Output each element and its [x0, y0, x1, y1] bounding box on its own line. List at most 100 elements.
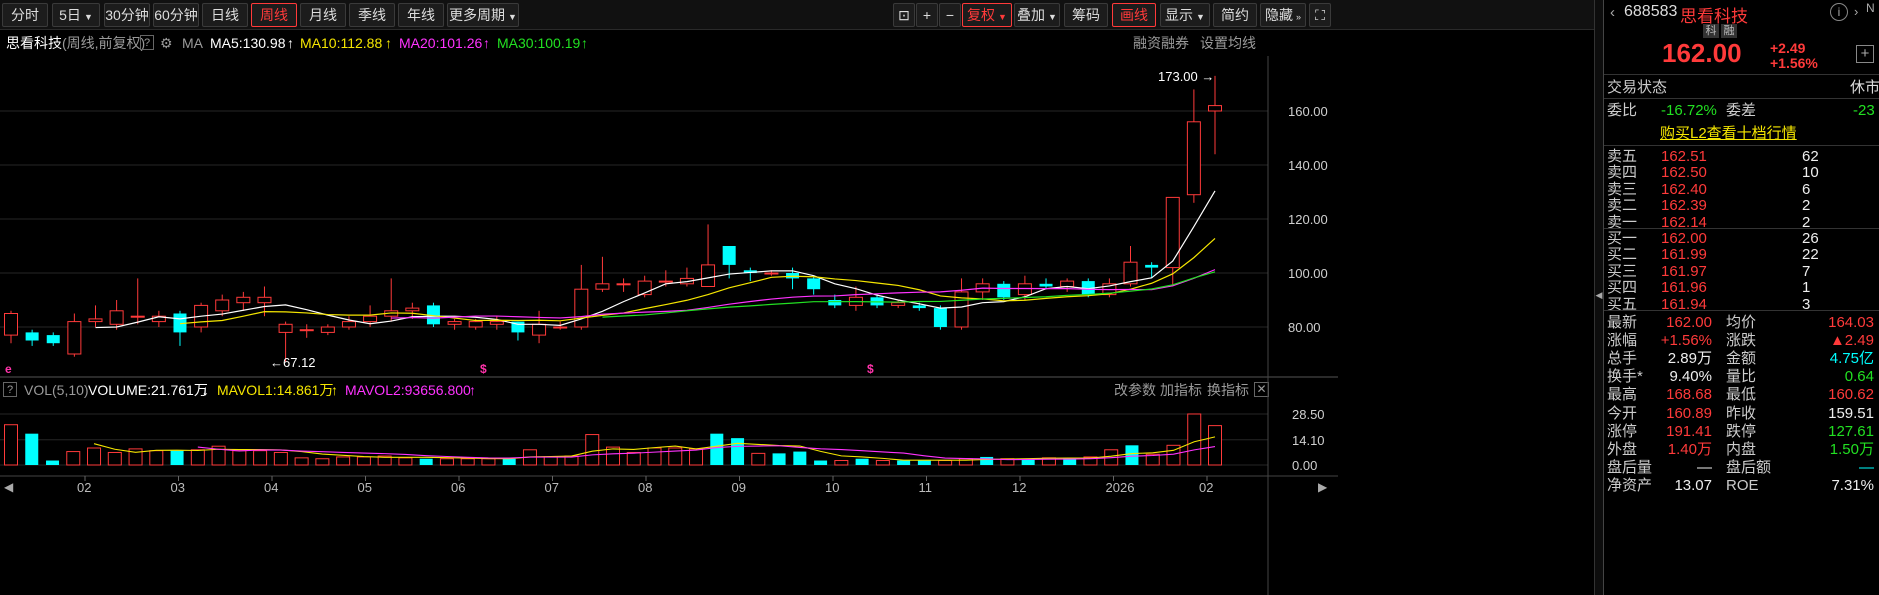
- last-price: 162.00: [1662, 38, 1742, 68]
- volume-bar-down: [793, 451, 807, 465]
- candle-body-up: [553, 326, 568, 329]
- bid-row[interactable]: 买四 161.96 1: [1604, 279, 1879, 296]
- stat-row: 换手* 9.40% 量比 0.64: [1604, 368, 1879, 385]
- stat-value: ▲2.49: [1829, 332, 1874, 350]
- candle-body-down: [807, 278, 821, 290]
- volume-bar-down: [772, 453, 786, 465]
- side-scrollbar[interactable]: ◀: [1594, 0, 1603, 595]
- stat-label: 最高: [1607, 386, 1638, 404]
- ask-row[interactable]: 卖三 162.40 6: [1604, 181, 1879, 198]
- level-label: 卖三: [1607, 180, 1638, 198]
- level-label: 买三: [1607, 262, 1638, 280]
- e-marker: e: [5, 362, 12, 376]
- stat-label: 盘后额: [1726, 458, 1772, 476]
- stat-row: 最高 168.68 最低 160.62: [1604, 386, 1879, 403]
- volume-bar-down: [25, 433, 39, 465]
- candle-body-up: [489, 321, 504, 325]
- stat-label: 今开: [1607, 404, 1638, 422]
- x-tick-label: 09: [732, 480, 746, 495]
- trade-status-label: 交易状态: [1607, 79, 1668, 96]
- volume-bar-down: [170, 450, 184, 465]
- ask-row[interactable]: 卖五 162.51 62: [1604, 148, 1879, 165]
- volume-bar-up: [938, 460, 953, 466]
- level-price: 161.96: [1661, 279, 1707, 297]
- kline-chart[interactable]: 160.00140.00120.00100.0080.0028.5014.100…: [0, 0, 1594, 595]
- candle-body-down: [1145, 264, 1159, 268]
- stat-label: 跌停: [1726, 422, 1757, 440]
- candle-body-up: [1017, 283, 1032, 296]
- volume-bar-up: [439, 458, 454, 466]
- level-label: 卖四: [1607, 164, 1638, 182]
- x-tick-label: 05: [358, 480, 372, 495]
- vol-axis-label: 14.10: [1292, 433, 1325, 448]
- stat-label: 量比: [1726, 368, 1757, 386]
- candle-body-up: [109, 310, 124, 325]
- level-volume: 22: [1802, 246, 1819, 264]
- candle-body-up: [447, 321, 462, 325]
- candle-body-up: [278, 323, 293, 333]
- stat-label: ROE: [1726, 476, 1759, 494]
- level-price: 162.00: [1661, 230, 1707, 247]
- stat-label: 最低: [1726, 386, 1757, 404]
- level-volume: 10: [1802, 164, 1819, 182]
- stat-label: 内盘: [1726, 440, 1757, 458]
- candle-body-up: [764, 272, 779, 275]
- chevron-left-icon[interactable]: ◀: [1595, 290, 1603, 304]
- chevron-left-icon[interactable]: ‹: [1610, 4, 1615, 21]
- bid-diff: -23: [1853, 102, 1875, 119]
- ask-row[interactable]: 卖二 162.39 2: [1604, 197, 1879, 214]
- bid-row[interactable]: 买二 161.99 22: [1604, 246, 1879, 263]
- stat-row: 外盘 1.40万 内盘 1.50万: [1604, 441, 1879, 458]
- candle-body-up: [299, 329, 314, 332]
- volume-bar-up: [1187, 413, 1202, 466]
- stat-value: 4.75亿: [1829, 350, 1874, 368]
- stat-value: 160.89: [1666, 404, 1712, 422]
- volume-bar-down: [980, 456, 994, 465]
- volume-bar-down: [710, 433, 724, 465]
- stat-value: 160.62: [1828, 386, 1874, 404]
- min-price-marker: ←67.12: [270, 355, 316, 370]
- level-volume: 7: [1802, 262, 1811, 280]
- candle-body-down: [1039, 283, 1053, 287]
- stat-row: 涨幅 +1.56% 涨跌 ▲2.49: [1604, 332, 1879, 349]
- level-price: 162.39: [1661, 197, 1707, 215]
- stat-row: 净资产 13.07 ROE 7.31%: [1604, 477, 1879, 494]
- stat-value: 168.68: [1666, 386, 1712, 404]
- candle-body-up: [701, 264, 716, 287]
- volume-bar-down: [855, 458, 869, 465]
- chevron-right-icon[interactable]: ›: [1854, 4, 1858, 19]
- stat-value: 127.61: [1828, 422, 1874, 440]
- candle-body-up: [1208, 105, 1222, 112]
- notification-icon[interactable]: N: [1866, 1, 1875, 15]
- vol-axis-label: 0.00: [1292, 458, 1317, 473]
- candle-body-up: [405, 307, 420, 312]
- volume-bar-up: [647, 447, 662, 466]
- ask-row[interactable]: 卖四 162.50 10: [1604, 164, 1879, 181]
- x-tick-label: 07: [545, 480, 559, 495]
- volume-bar-up: [273, 451, 288, 466]
- stock-code: 688583: [1624, 3, 1678, 20]
- stat-row: 涨停 191.41 跌停 127.61: [1604, 423, 1879, 440]
- price-axis-label: 100.00: [1288, 266, 1328, 281]
- candle-body-up: [1060, 280, 1075, 288]
- level-volume: 2: [1802, 197, 1811, 215]
- volume-bar-up: [149, 450, 164, 466]
- volume-bar-up: [481, 458, 496, 466]
- info-icon[interactable]: i: [1830, 3, 1848, 21]
- candle-body-up: [1186, 121, 1201, 196]
- s-marker: $: [867, 362, 874, 376]
- volume-bar-up: [66, 451, 81, 466]
- volume-bar-up: [585, 434, 600, 466]
- add-watchlist-button[interactable]: +: [1856, 45, 1874, 63]
- volume-bar-up: [315, 458, 330, 466]
- level2-link[interactable]: 购买L2查看十档行情: [1660, 125, 1797, 142]
- stat-row: 盘后量 — 盘后额 —: [1604, 459, 1879, 476]
- level-price: 162.51: [1661, 148, 1707, 165]
- stat-label: 涨跌: [1726, 332, 1757, 350]
- stat-value: 2.89万: [1667, 350, 1712, 368]
- bid-row[interactable]: 买一 162.00 26: [1604, 230, 1879, 247]
- bid-row[interactable]: 买三 161.97 7: [1604, 263, 1879, 280]
- stat-label: 最新: [1607, 314, 1638, 331]
- x-tick-label: 08: [638, 480, 652, 495]
- x-tick-label: 03: [171, 480, 185, 495]
